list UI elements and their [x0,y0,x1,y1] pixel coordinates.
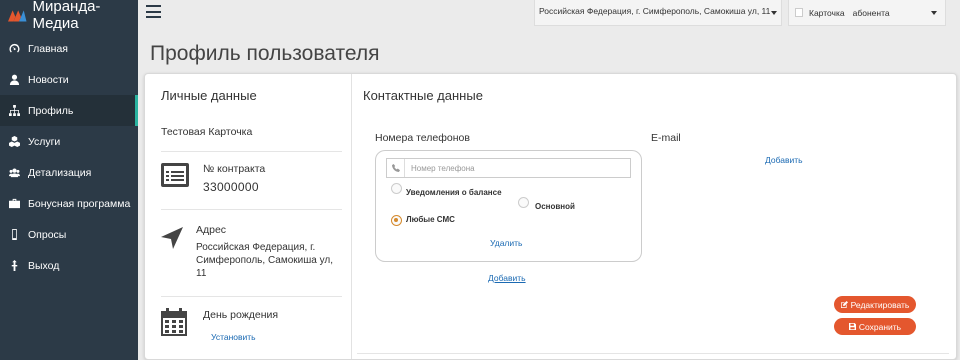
birthday-label: День рождения [203,309,279,321]
logout-icon [8,260,21,272]
phones-label: Номера телефонов [375,132,470,144]
briefcase-icon [8,198,21,210]
sitemap-icon [8,105,21,117]
cubes-icon [8,136,21,148]
dashboard-icon [8,43,21,55]
contract-label: № контракта [203,163,266,175]
card-select[interactable]: Карточка абонента [788,0,946,26]
sidebar: Миранда-Медиа Главная Новости Профиль Ус… [0,0,138,360]
card-name: Тестовая Карточка [161,126,253,138]
add-phone-link[interactable]: Добавить [488,273,526,283]
save-button[interactable]: Сохранить [834,318,916,335]
radio-any-sms[interactable] [391,215,402,226]
edit-button[interactable]: Редактировать [834,296,916,313]
sidebar-item-home[interactable]: Главная [0,33,138,64]
chevron-down-icon [771,11,777,15]
brand-name: Миранда-Медиа [32,0,101,32]
user-icon [8,74,21,86]
phone-entry: Уведомления о балансе Основной Любые СМС… [375,150,642,262]
sidebar-item-details[interactable]: Детализация [0,157,138,188]
delete-phone-link[interactable]: Удалить [490,238,522,248]
sidebar-item-services[interactable]: Услуги [0,126,138,157]
set-birthday-link[interactable]: Установить [211,332,256,342]
page-title: Профиль пользователя [150,42,380,65]
card-checkbox[interactable] [795,8,803,17]
column-divider [351,74,352,359]
contract-number: 33000000 [203,180,259,194]
radio-balance-notify[interactable] [391,183,402,194]
address-value: Российская Федерация, г. Симферополь, Са… [196,242,334,279]
edit-icon [840,301,848,308]
radio-any-sms-label: Любые СМС [406,215,455,224]
save-icon [848,323,856,330]
divider [161,296,342,297]
users-icon [8,167,21,179]
sidebar-nav: Главная Новости Профиль Услуги Детализац… [0,33,138,281]
phone-icon [387,159,405,177]
calendar-icon [161,308,187,341]
radio-main-label: Основной [535,202,575,211]
topbar: Российская Федерация, г. Симферополь, Са… [138,0,960,30]
address-select[interactable]: Российская Федерация, г. Симферополь, Са… [534,0,782,26]
phone-input-group [386,158,631,178]
sidebar-item-polls[interactable]: Опросы [0,219,138,250]
profile-panel: Личные данные Тестовая Карточка № контра… [144,73,957,360]
personal-data-title: Личные данные [161,88,257,103]
address-label: Адрес [196,224,227,236]
email-label: E-mail [651,132,681,144]
sidebar-item-logout[interactable]: Выход [0,250,138,281]
chevron-down-icon [931,11,937,15]
sidebar-item-bonus[interactable]: Бонусная программа [0,188,138,219]
menu-toggle-icon[interactable] [146,5,161,18]
mobile-icon [8,229,21,241]
contact-data-title: Контактные данные [363,88,483,103]
sidebar-item-news[interactable]: Новости [0,64,138,95]
radio-main[interactable] [518,197,529,208]
divider [161,151,342,152]
phone-number-input[interactable] [405,160,625,176]
divider [357,353,949,354]
add-email-link[interactable]: Добавить [765,155,803,165]
brand[interactable]: Миранда-Медиа [0,0,138,32]
radio-balance-label: Уведомления о балансе [406,188,502,197]
sidebar-item-profile[interactable]: Профиль [0,95,138,126]
location-arrow-icon [161,227,183,254]
divider [161,209,342,210]
contract-card-icon [161,163,189,192]
brand-logo-icon [8,10,27,22]
